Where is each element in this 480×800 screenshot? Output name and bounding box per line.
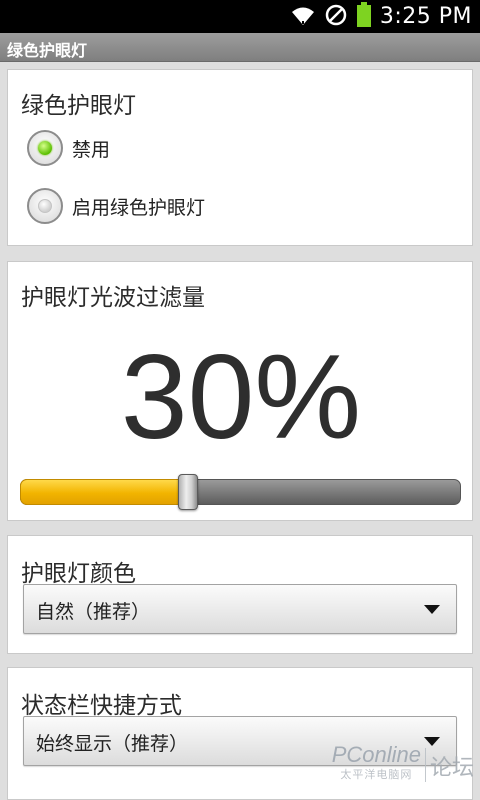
radio-enable-label: 启用绿色护眼灯 [72,196,206,219]
shortcut-dropdown-value: 始终显示（推荐） [36,733,189,755]
filter-slider[interactable] [20,474,461,510]
status-bar: 3:25 PM [0,0,480,33]
color-dropdown[interactable]: 自然（推荐） [23,584,457,634]
slider-fill [20,479,188,505]
mode-card: 绿色护眼灯 禁用 启用绿色护眼灯 [7,69,473,246]
app-title: 绿色护眼灯 [7,41,88,60]
filter-title: 护眼灯光波过滤量 [21,285,205,311]
wifi-icon [290,3,316,31]
dropdown-arrow-icon [424,605,440,614]
color-dropdown-value: 自然（推荐） [36,601,151,623]
status-icons: 3:25 PM [290,0,472,33]
mode-title: 绿色护眼灯 [21,93,136,119]
radio-disable-label: 禁用 [72,138,111,161]
radio-enable[interactable]: 启用绿色护眼灯 [27,188,205,224]
shortcut-dropdown[interactable]: 始终显示（推荐） [23,716,457,766]
battery-icon [356,1,372,32]
filter-card: 护眼灯光波过滤量 30% [7,261,473,521]
filter-percent-value: 30% [120,330,362,464]
slider-thumb[interactable] [177,474,198,510]
status-time: 3:25 PM [379,4,472,29]
radio-unselected-dot [38,199,52,213]
dropdown-arrow-icon [424,737,440,746]
color-title: 护眼灯颜色 [21,561,136,587]
radio-selected-dot [38,141,52,155]
title-bar: 绿色护眼灯 [0,33,480,62]
no-signal-icon [324,3,348,31]
shortcut-title: 状态栏快捷方式 [21,693,182,719]
radio-disable[interactable]: 禁用 [27,130,110,166]
color-card: 护眼灯颜色 自然（推荐） [7,535,473,654]
radio-button-unselected[interactable] [27,188,63,224]
radio-button-selected[interactable] [27,130,63,166]
shortcut-card: 状态栏快捷方式 始终显示（推荐） [7,667,473,800]
